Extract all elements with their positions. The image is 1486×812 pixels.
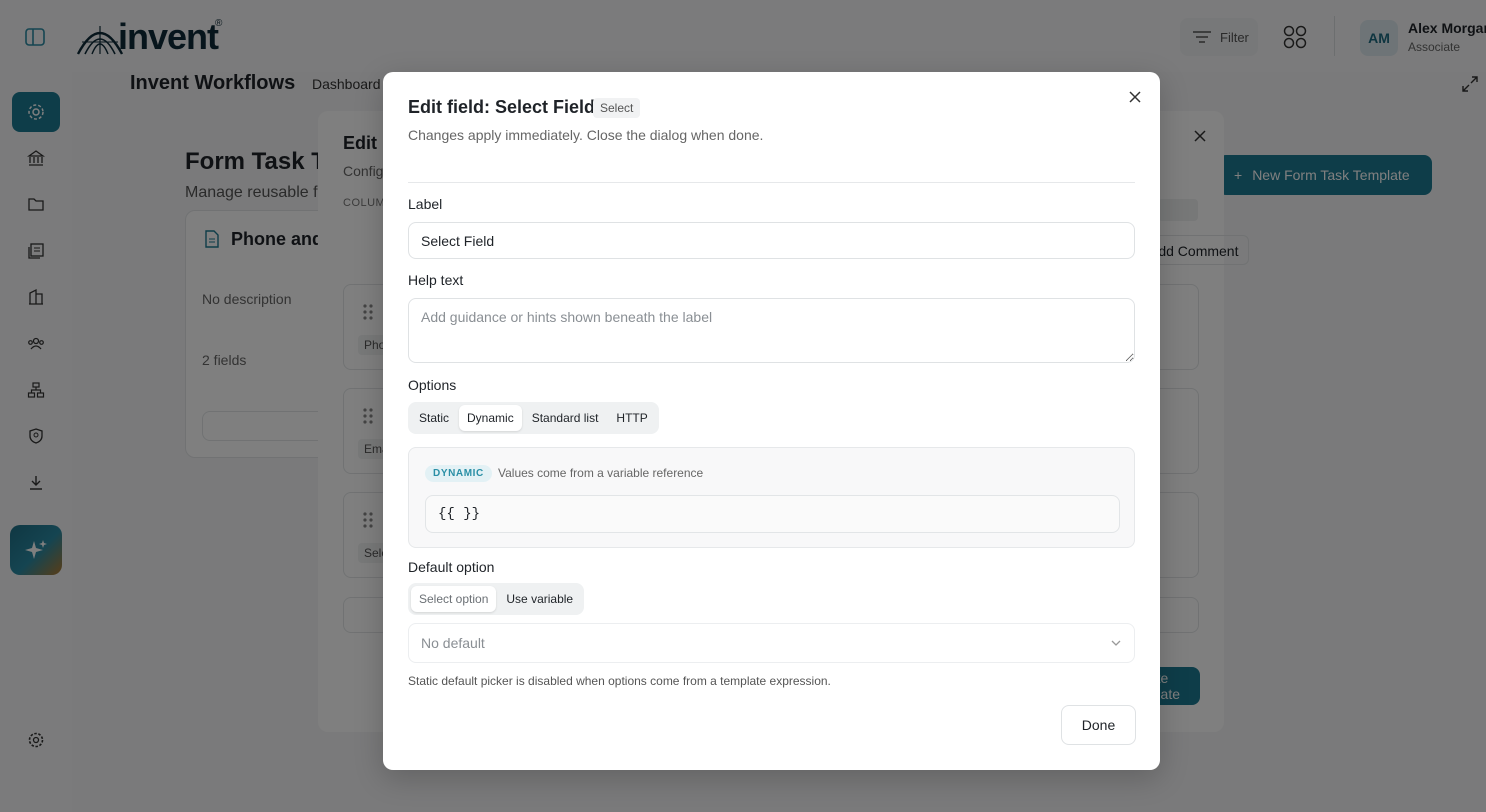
close-icon[interactable] — [1127, 89, 1143, 105]
options-label: Options — [408, 377, 457, 393]
dynamic-options-panel: DYNAMIC Values come from a variable refe… — [408, 447, 1135, 548]
dynamic-chip: DYNAMIC — [425, 465, 492, 482]
label-input[interactable] — [408, 222, 1135, 259]
divider — [408, 182, 1135, 183]
mode-dynamic[interactable]: Dynamic — [459, 405, 522, 431]
variable-reference-input[interactable] — [425, 495, 1120, 533]
default-mode-use-variable[interactable]: Use variable — [498, 586, 581, 612]
default-mode-select-option[interactable]: Select option — [411, 586, 497, 612]
dynamic-description: Values come from a variable reference — [498, 466, 704, 480]
done-button[interactable]: Done — [1061, 705, 1136, 745]
mode-static[interactable]: Static — [411, 405, 457, 431]
default-mode-toggle: Select option Use variable — [408, 583, 585, 615]
edit-field-dialog: Edit field: Select Field Select Changes … — [383, 72, 1160, 770]
default-option-value: No default — [421, 635, 485, 651]
default-option-select[interactable]: No default — [408, 623, 1135, 663]
default-option-label: Default option — [408, 559, 495, 575]
options-mode-toggle: Static Dynamic Standard list HTTP — [408, 402, 659, 434]
default-option-hint: Static default picker is disabled when o… — [408, 674, 831, 688]
help-text-label: Help text — [408, 272, 464, 288]
mode-http[interactable]: HTTP — [608, 405, 655, 431]
mode-standard-list[interactable]: Standard list — [524, 405, 607, 431]
label-field-label: Label — [408, 196, 443, 212]
help-text-input[interactable] — [408, 298, 1135, 363]
dialog-subtitle: Changes apply immediately. Close the dia… — [408, 127, 764, 143]
field-type-badge: Select — [593, 98, 641, 118]
dialog-title: Edit field: Select Field — [408, 97, 596, 117]
chevron-down-icon — [1111, 640, 1121, 646]
